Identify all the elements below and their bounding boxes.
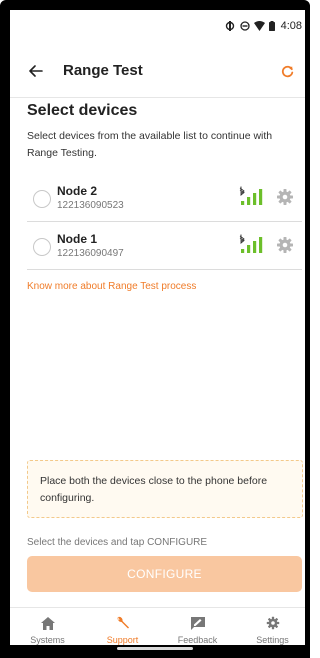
gear-icon (264, 614, 282, 632)
info-box: Place both the devices close to the phon… (27, 460, 303, 518)
nav-item-feedback[interactable]: Feedback (160, 608, 235, 650)
bottom-nav: Systems Support Feedback Settings (10, 607, 305, 650)
arrow-left-icon (29, 65, 43, 77)
device-row[interactable]: Node 2 122136090523 (27, 178, 302, 222)
back-button[interactable] (24, 59, 48, 83)
info-text: Place both the devices close to the phon… (40, 475, 268, 504)
wifi-icon (253, 21, 265, 31)
app-bar: Range Test (10, 44, 305, 98)
nav-label: Support (106, 635, 139, 645)
gear-icon[interactable] (276, 236, 294, 254)
gear-icon[interactable] (276, 188, 294, 206)
device-radio[interactable] (33, 238, 51, 256)
device-row[interactable]: Node 1 122136090497 (27, 226, 302, 270)
device-frame: 4:08 Range Test Select devices Select de… (0, 0, 310, 658)
screen: 4:08 Range Test Select devices Select de… (10, 10, 305, 650)
refresh-icon (281, 65, 293, 77)
bluetooth-signal-icon (239, 234, 263, 253)
nav-item-systems[interactable]: Systems (10, 608, 85, 650)
wrench-icon (114, 614, 132, 632)
section-title: Select devices (27, 102, 138, 119)
nav-label: Settings (256, 635, 289, 645)
do-not-disturb-icon (239, 21, 250, 31)
nav-item-settings[interactable]: Settings (235, 608, 305, 650)
section-description: Select devices from the available list t… (27, 130, 273, 159)
home-indicator[interactable] (117, 647, 193, 650)
page-title: Range Test (63, 62, 143, 79)
device-name: Node 2 (57, 184, 98, 198)
nav-item-support[interactable]: Support (85, 608, 160, 650)
know-more-link[interactable]: Know more about Range Test process (27, 281, 196, 292)
hint-text: Select the devices and tap CONFIGURE (27, 537, 208, 548)
home-icon (39, 614, 57, 632)
status-icons: 4:08 (224, 20, 302, 32)
refresh-button[interactable] (276, 60, 298, 82)
bluetooth-signal-icon (239, 186, 263, 205)
device-name: Node 1 (57, 232, 98, 246)
status-bar: 4:08 (10, 10, 305, 44)
device-id: 122136090523 (57, 200, 124, 211)
nav-label: Feedback (177, 635, 218, 645)
status-time: 4:08 (280, 20, 302, 32)
configure-button[interactable]: CONFIGURE (27, 556, 302, 592)
battery-icon (268, 21, 275, 31)
sync-icon (225, 21, 234, 31)
nav-label: Systems (30, 635, 65, 645)
device-radio[interactable] (33, 190, 51, 208)
feedback-icon (189, 614, 207, 632)
device-id: 122136090497 (57, 248, 124, 259)
